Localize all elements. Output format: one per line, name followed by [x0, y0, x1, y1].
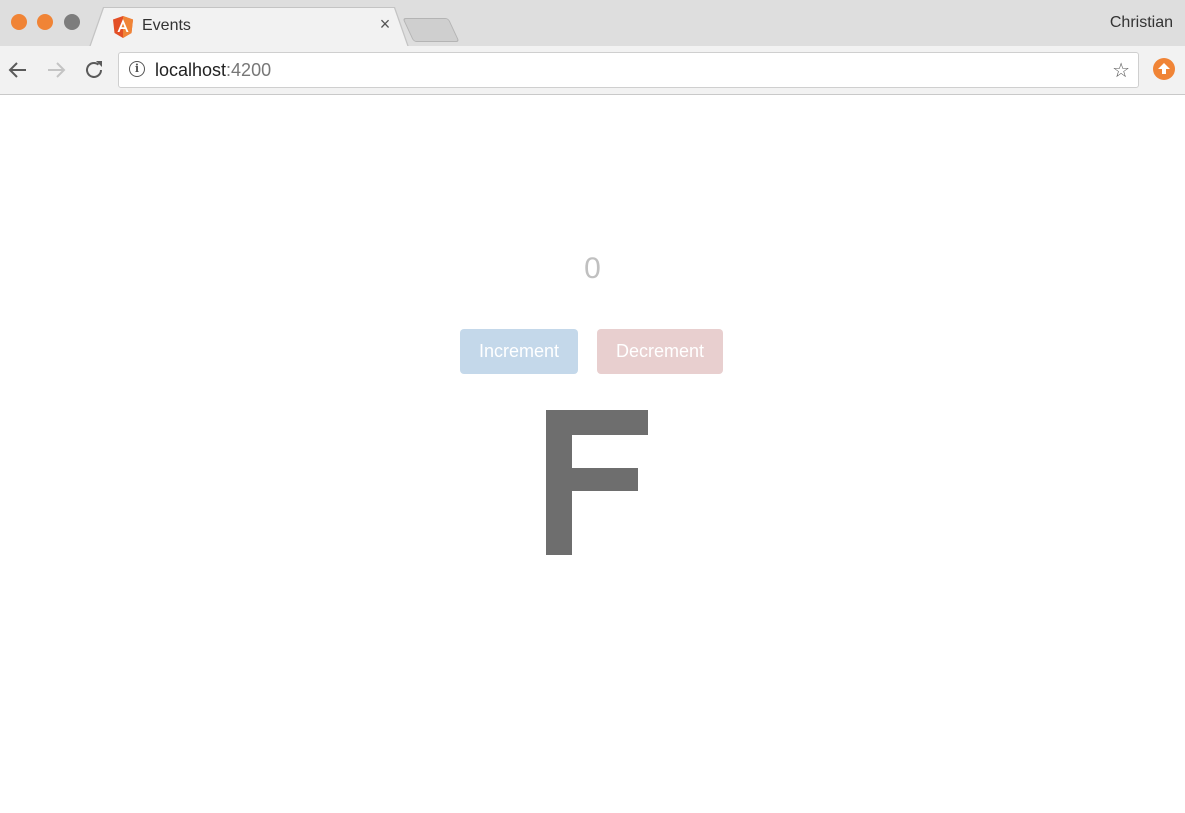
url-text: localhost:4200 [155, 60, 271, 81]
url-port: :4200 [226, 60, 272, 80]
profile-name[interactable]: Christian [1110, 14, 1173, 32]
extension-update-icon[interactable] [1153, 58, 1175, 80]
browser-toolbar: i localhost:4200 ☆ [0, 46, 1185, 95]
tab-title: Events [142, 17, 191, 34]
url-host: localhost [155, 60, 227, 80]
angular-icon [113, 16, 133, 38]
counter-value: 0 [584, 252, 601, 285]
window-minimize-button[interactable] [37, 14, 53, 30]
decrement-button[interactable]: Decrement [597, 329, 723, 374]
info-icon[interactable]: i [129, 61, 145, 77]
tab-strip: Events × Christian [0, 0, 1185, 48]
forward-arrow-icon[interactable] [44, 58, 68, 82]
bookmark-star-icon[interactable]: ☆ [1112, 58, 1130, 83]
address-bar[interactable]: i localhost:4200 ☆ [118, 52, 1139, 88]
tab-close-icon[interactable]: × [376, 14, 394, 35]
window-maximize-button[interactable] [64, 14, 80, 30]
tab-events[interactable] [90, 8, 408, 48]
reload-icon[interactable] [82, 58, 106, 82]
window-close-button[interactable] [11, 14, 27, 30]
big-letter-f: F [546, 410, 648, 555]
new-tab-button[interactable] [402, 18, 460, 42]
back-arrow-icon[interactable] [6, 58, 30, 82]
up-arrow-icon [1158, 63, 1170, 74]
increment-button[interactable]: Increment [460, 329, 578, 374]
